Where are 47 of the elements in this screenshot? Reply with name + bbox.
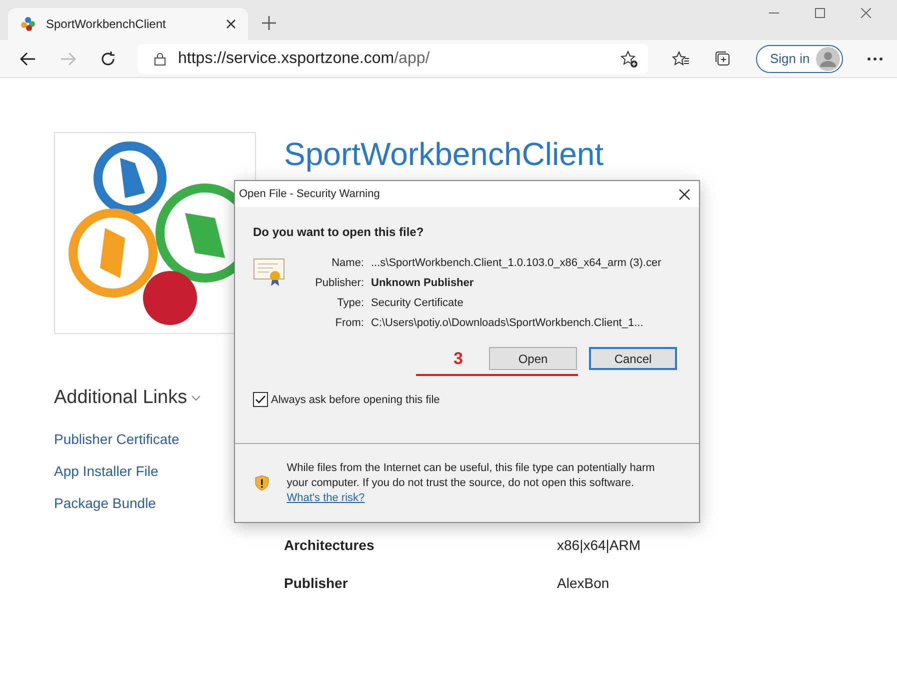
close-icon[interactable] — [226, 19, 236, 29]
detail-value: AlexBon — [557, 575, 610, 591]
page-link[interactable]: App Installer File — [54, 463, 158, 479]
chevron-down-icon — [191, 395, 202, 401]
avatar-icon — [816, 46, 840, 70]
address-bar[interactable]: https://service.xsportzone.com/app/ — [138, 44, 648, 74]
tab-title: SportWorkbenchClient — [46, 17, 167, 31]
close-icon[interactable] — [679, 188, 690, 200]
certificate-icon — [253, 257, 285, 287]
dialog-title: Open File - Security Warning — [239, 188, 380, 200]
collections-icon[interactable] — [714, 50, 732, 68]
risk-link[interactable]: What's the risk? — [286, 492, 365, 504]
detail-label: Architectures — [284, 537, 376, 553]
page-link[interactable]: Package Bundle — [54, 495, 156, 511]
field-value: ...s\SportWorkbench.Client_1.0.103.0_x86_x64_arm (3).cer — [371, 257, 662, 269]
warning-text: While files from the Internet can be useful, this file type can potentially harm your computer. If you do not trust the source, do not open this software. What's the risk? — [286, 460, 656, 506]
browser-tab[interactable]: SportWorkbenchClient — [8, 8, 248, 40]
url-text: https://service.xsportzone.com/app/ — [178, 50, 430, 68]
field-label: Name: — [330, 257, 365, 269]
lock-icon — [154, 52, 166, 66]
dialog-question: Do you want to open this file? — [253, 225, 425, 239]
sign-in-button[interactable]: Sign in — [756, 44, 843, 72]
add-favorite-icon[interactable] — [620, 50, 638, 68]
maximize-icon[interactable] — [815, 8, 825, 18]
refresh-icon[interactable] — [100, 50, 116, 66]
new-tab-icon[interactable] — [262, 16, 276, 30]
detail-value: x86|x64|ARM — [557, 537, 641, 553]
checkbox-label: Always ask before opening this file — [271, 394, 440, 406]
more-icon[interactable] — [866, 56, 883, 60]
page-link[interactable]: Publisher Certificate — [54, 431, 180, 447]
field-value: Security Certificate — [371, 297, 464, 309]
checkbox[interactable] — [253, 392, 268, 407]
field-value: Unknown Publisher — [371, 277, 475, 289]
app-title: SportWorkbenchClient — [284, 136, 605, 173]
dialog-button[interactable]: Open — [489, 347, 577, 370]
logo-icon — [20, 16, 36, 32]
field-label: Publisher: — [314, 277, 365, 289]
back-icon[interactable] — [20, 52, 36, 66]
favorites-icon[interactable] — [672, 50, 690, 66]
dialog-button[interactable]: Cancel — [589, 347, 677, 370]
links-heading[interactable]: Additional Links — [54, 387, 202, 409]
field-label: Type: — [336, 297, 365, 309]
field-value: C:\Users\potiy.o\Downloads\SportWorkbench.Client_1... — [371, 317, 644, 329]
field-label: From: — [334, 317, 365, 329]
detail-label: Publisher — [284, 575, 349, 591]
step-number: 3 — [454, 348, 463, 368]
always-ask-checkbox[interactable]: Always ask before opening this file — [253, 392, 440, 407]
